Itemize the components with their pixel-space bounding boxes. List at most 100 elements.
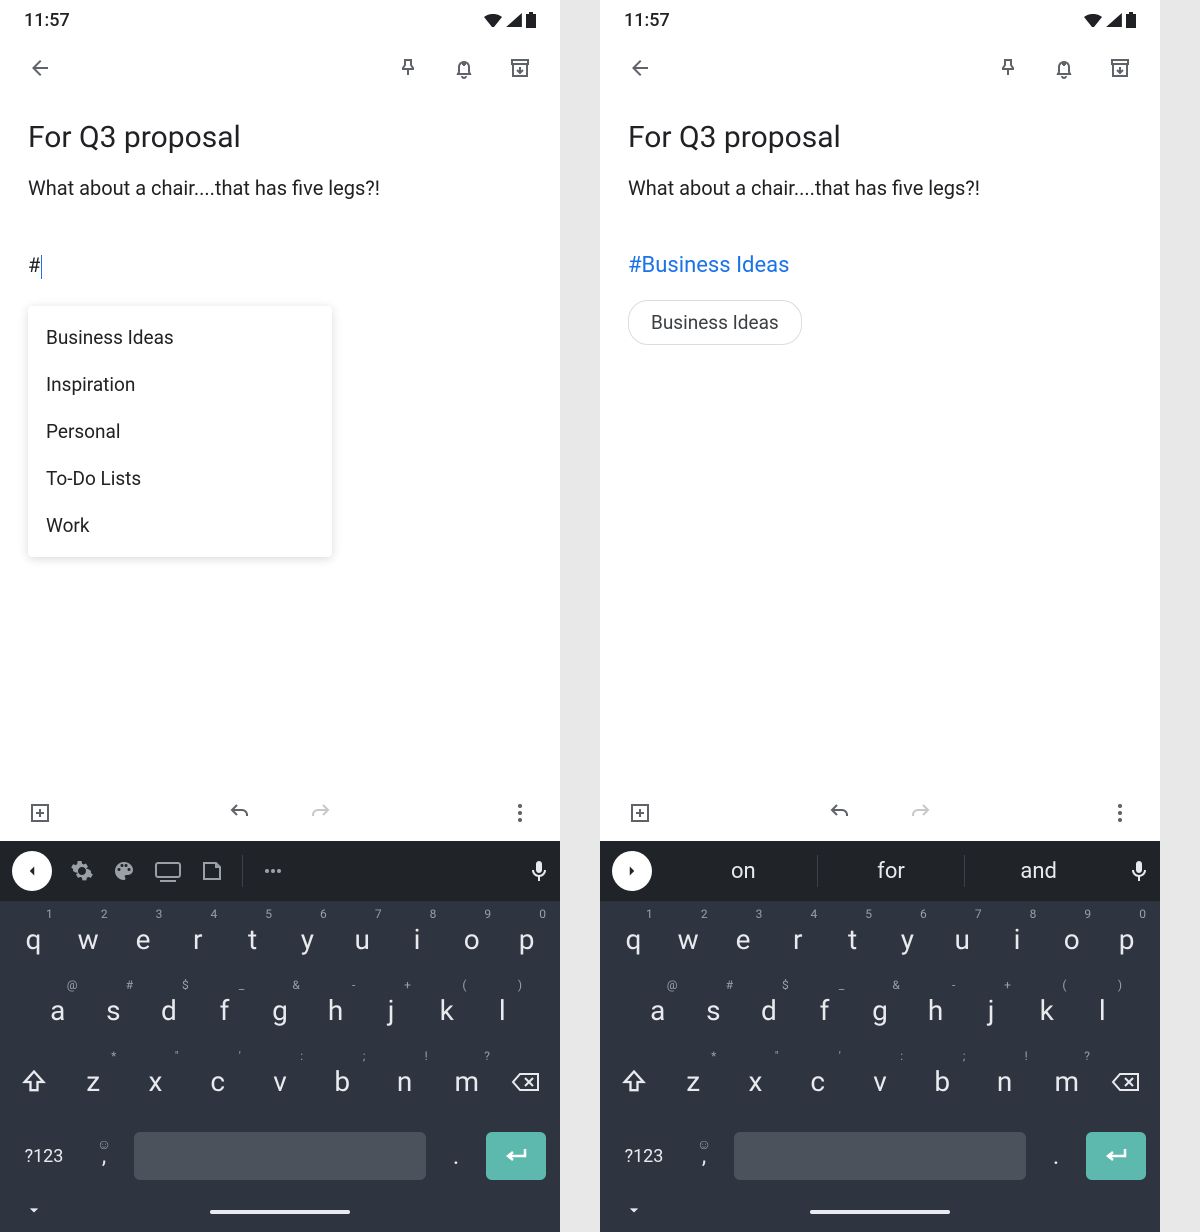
key-l[interactable]: l) <box>1075 980 1131 1027</box>
shift-key[interactable] <box>6 1054 62 1096</box>
key-n[interactable]: n! <box>973 1051 1035 1098</box>
period-key[interactable]: . <box>1036 1142 1076 1170</box>
back-button[interactable] <box>616 44 664 92</box>
key-i[interactable]: i8 <box>390 909 445 956</box>
key-x[interactable]: x" <box>724 1051 786 1098</box>
note-title[interactable]: For Q3 proposal <box>28 120 532 155</box>
key-w[interactable]: w2 <box>61 909 116 956</box>
keyboard-collapse-button[interactable] <box>12 851 52 891</box>
key-c[interactable]: c' <box>187 1051 249 1098</box>
autocomplete-item[interactable]: Inspiration <box>28 361 332 408</box>
undo-button[interactable] <box>216 789 264 837</box>
key-l[interactable]: l) <box>475 980 531 1027</box>
backspace-key[interactable] <box>498 1056 554 1094</box>
key-f[interactable]: f_ <box>797 980 853 1027</box>
key-z[interactable]: z* <box>662 1051 724 1098</box>
key-k[interactable]: k( <box>419 980 475 1027</box>
key-k[interactable]: k( <box>1019 980 1075 1027</box>
keyboard-icon[interactable] <box>154 859 182 883</box>
hashtag-input[interactable]: # <box>28 253 532 279</box>
key-b[interactable]: b; <box>911 1051 973 1098</box>
undo-button[interactable] <box>816 789 864 837</box>
period-key[interactable]: . <box>436 1142 476 1170</box>
label-chip[interactable]: Business Ideas <box>628 300 802 345</box>
key-u[interactable]: u7 <box>335 909 390 956</box>
key-y[interactable]: y6 <box>880 909 935 956</box>
pin-button[interactable] <box>984 44 1032 92</box>
key-a[interactable]: a@ <box>30 980 86 1027</box>
enter-key[interactable] <box>1086 1132 1146 1180</box>
symbols-key[interactable]: ?123 <box>614 1146 674 1167</box>
autocomplete-item[interactable]: Personal <box>28 408 332 455</box>
more-horiz-icon[interactable] <box>261 859 285 883</box>
mic-icon[interactable] <box>530 859 548 883</box>
backspace-key[interactable] <box>1098 1056 1154 1094</box>
key-m[interactable]: m? <box>1036 1051 1098 1098</box>
autocomplete-item[interactable]: To-Do Lists <box>28 455 332 502</box>
key-v[interactable]: v: <box>849 1051 911 1098</box>
key-w[interactable]: w2 <box>661 909 716 956</box>
key-r[interactable]: r4 <box>170 909 225 956</box>
back-button[interactable] <box>16 44 64 92</box>
key-p[interactable]: p0 <box>499 909 554 956</box>
more-button[interactable] <box>496 789 544 837</box>
key-x[interactable]: x" <box>124 1051 186 1098</box>
note-title[interactable]: For Q3 proposal <box>628 120 1132 155</box>
suggestion-item[interactable]: on <box>670 859 817 884</box>
add-button[interactable] <box>16 789 64 837</box>
key-z[interactable]: z* <box>62 1051 124 1098</box>
space-key[interactable] <box>734 1132 1026 1180</box>
key-s[interactable]: s# <box>686 980 742 1027</box>
nav-collapse-button[interactable] <box>24 1200 44 1224</box>
more-button[interactable] <box>1096 789 1144 837</box>
key-g[interactable]: g& <box>252 980 308 1027</box>
key-o[interactable]: o9 <box>444 909 499 956</box>
key-h[interactable]: h- <box>908 980 964 1027</box>
key-y[interactable]: y6 <box>280 909 335 956</box>
key-t[interactable]: t5 <box>825 909 880 956</box>
archive-button[interactable] <box>1096 44 1144 92</box>
reminder-button[interactable] <box>440 44 488 92</box>
key-n[interactable]: n! <box>373 1051 435 1098</box>
archive-button[interactable] <box>496 44 544 92</box>
key-i[interactable]: i8 <box>990 909 1045 956</box>
symbols-key[interactable]: ?123 <box>14 1146 74 1167</box>
note-hashtag[interactable]: #Business Ideas <box>628 253 1132 278</box>
key-q[interactable]: q1 <box>6 909 61 956</box>
key-j[interactable]: j+ <box>963 980 1019 1027</box>
nav-pill[interactable] <box>810 1210 950 1214</box>
key-t[interactable]: t5 <box>225 909 280 956</box>
emoji-key[interactable]: ☺, <box>684 1144 724 1169</box>
note-content[interactable]: What about a chair....that has five legs… <box>628 173 1132 203</box>
palette-icon[interactable] <box>112 859 136 883</box>
note-content[interactable]: What about a chair....that has five legs… <box>28 173 532 203</box>
key-g[interactable]: g& <box>852 980 908 1027</box>
autocomplete-item[interactable]: Work <box>28 502 332 549</box>
key-d[interactable]: d$ <box>741 980 797 1027</box>
suggestion-item[interactable]: and <box>965 859 1112 884</box>
space-key[interactable] <box>134 1132 426 1180</box>
key-p[interactable]: p0 <box>1099 909 1154 956</box>
key-u[interactable]: u7 <box>935 909 990 956</box>
key-d[interactable]: d$ <box>141 980 197 1027</box>
emoji-key[interactable]: ☺, <box>84 1144 124 1169</box>
shift-key[interactable] <box>606 1054 662 1096</box>
pin-button[interactable] <box>384 44 432 92</box>
key-o[interactable]: o9 <box>1044 909 1099 956</box>
key-s[interactable]: s# <box>86 980 142 1027</box>
key-a[interactable]: a@ <box>630 980 686 1027</box>
redo-button[interactable] <box>296 789 344 837</box>
gear-icon[interactable] <box>70 859 94 883</box>
key-r[interactable]: r4 <box>770 909 825 956</box>
key-v[interactable]: v: <box>249 1051 311 1098</box>
key-q[interactable]: q1 <box>606 909 661 956</box>
sticker-icon[interactable] <box>200 859 224 883</box>
nav-collapse-button[interactable] <box>624 1200 644 1224</box>
keyboard-expand-button[interactable] <box>612 851 652 891</box>
key-e[interactable]: e3 <box>716 909 771 956</box>
key-c[interactable]: c' <box>787 1051 849 1098</box>
key-b[interactable]: b; <box>311 1051 373 1098</box>
reminder-button[interactable] <box>1040 44 1088 92</box>
autocomplete-item[interactable]: Business Ideas <box>28 314 332 361</box>
redo-button[interactable] <box>896 789 944 837</box>
